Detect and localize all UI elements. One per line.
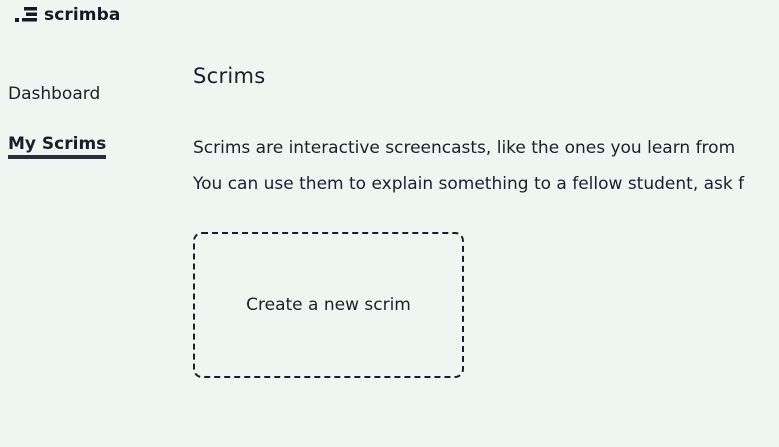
- scrimba-logo-icon: [15, 7, 37, 22]
- description-line-2: You can use them to explain something to…: [193, 174, 745, 194]
- create-scrim-button[interactable]: Create a new scrim: [193, 232, 464, 378]
- create-scrim-label: Create a new scrim: [246, 295, 411, 315]
- description-line-1: Scrims are interactive screencasts, like…: [193, 138, 736, 158]
- sidebar-item-my-scrims[interactable]: My Scrims: [8, 134, 107, 159]
- brand-name: scrimba: [44, 5, 121, 25]
- brand-logo[interactable]: scrimba: [15, 4, 120, 26]
- page-title: Scrims: [193, 64, 266, 88]
- sidebar-item-dashboard[interactable]: Dashboard: [8, 84, 100, 104]
